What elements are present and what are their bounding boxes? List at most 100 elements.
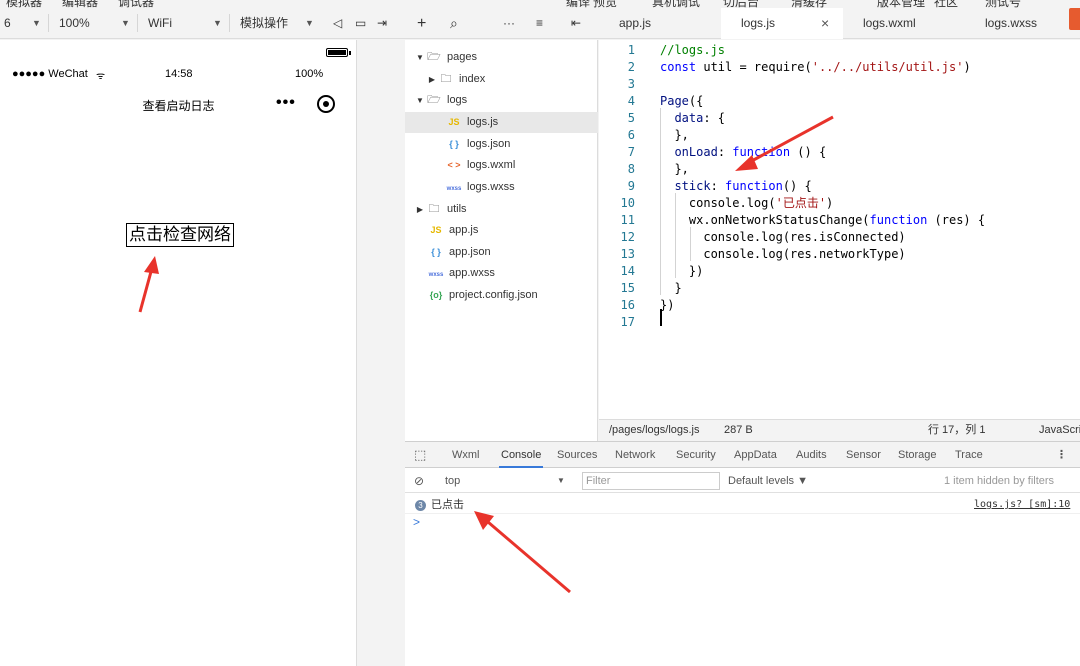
- devtools-tab-trace[interactable]: Trace: [955, 442, 983, 468]
- js-file-icon: JS: [448, 117, 460, 127]
- phone-simulator: ●●●●● WeChat ᯤ 14:58 100% 查看启动日志 ••• 点击检…: [0, 40, 357, 666]
- menu-editor[interactable]: 编辑器: [62, 0, 98, 8]
- menu-compile[interactable]: 编译: [566, 0, 590, 8]
- menu-clear-cache[interactable]: 清缓存: [791, 0, 827, 8]
- search-icon[interactable]: ⌕: [450, 8, 458, 39]
- file-tree-item[interactable]: { } logs.json: [405, 134, 598, 155]
- message-source-link[interactable]: logs.js? [sm]:10: [974, 496, 1070, 514]
- code-text: Page({: [660, 94, 704, 108]
- file-tree-label: logs.wxss: [467, 181, 515, 193]
- carrier-label: ●●●●● WeChat: [12, 68, 88, 80]
- zoom-select[interactable]: 100%: [59, 8, 90, 39]
- line-number: 9: [627, 179, 635, 193]
- log-levels-select[interactable]: Default levels ▼: [728, 469, 808, 493]
- console-prompt[interactable]: >: [413, 515, 420, 529]
- chevron-down-icon[interactable]: ▼: [415, 47, 425, 68]
- network-select[interactable]: WiFi: [148, 8, 172, 39]
- code-text: data: {: [674, 111, 726, 125]
- line-number: 4: [627, 94, 635, 108]
- language-mode[interactable]: JavaScript: [1039, 420, 1080, 441]
- devtools-tab-sensor[interactable]: Sensor: [846, 442, 881, 468]
- chevron-right-icon[interactable]: ▶: [427, 69, 437, 90]
- menu-community[interactable]: 社区: [934, 0, 958, 8]
- json-file-icon: { }: [431, 247, 441, 257]
- file-tree-item[interactable]: JS app.js: [405, 220, 598, 241]
- devtools-window: 模拟器 编辑器 调试器 编译 预览 真机调试 切后台 清缓存 版本管理 社区 测…: [0, 0, 1080, 666]
- capsule-close-icon[interactable]: [317, 95, 335, 113]
- devtools-tab-audits[interactable]: Audits: [796, 442, 827, 468]
- cursor-position[interactable]: 行 17，列 1: [928, 420, 985, 441]
- tab-app-js[interactable]: app.js: [599, 8, 719, 39]
- chevron-down-icon[interactable]: ▼: [213, 8, 222, 39]
- devtools-tab-storage[interactable]: Storage: [898, 442, 937, 468]
- nav-title: 查看启动日志: [142, 99, 215, 113]
- devtools-tab-wxml[interactable]: Wxml: [452, 442, 480, 468]
- file-tree-item[interactable]: < > logs.wxml: [405, 155, 598, 176]
- more-icon[interactable]: ···: [503, 8, 515, 39]
- devtools-tab-network[interactable]: Network: [615, 442, 655, 468]
- code-text: }: [660, 281, 682, 295]
- folder-open-icon: 🗁: [427, 94, 441, 106]
- capsule-more-icon[interactable]: •••: [276, 94, 296, 112]
- file-tree-item[interactable]: ▼ 🗁 pages: [405, 47, 598, 68]
- code-text: console.log(res.isConnected): [660, 230, 906, 244]
- folder-icon: 🗀: [440, 73, 452, 85]
- file-tree-label: logs: [447, 94, 468, 106]
- wxml-file-icon: < >: [447, 160, 461, 170]
- check-network-button[interactable]: 点击检查网络: [126, 223, 234, 247]
- clear-console-icon[interactable]: ⊘: [414, 469, 424, 493]
- line-number: 17: [620, 315, 635, 329]
- devtools-tab-appdata[interactable]: AppData: [734, 442, 777, 468]
- file-tree-item[interactable]: { } app.json: [405, 242, 598, 263]
- battery-label: 100%: [295, 68, 324, 80]
- code-editor[interactable]: 1 //logs.js 2 const util = require('../../u…: [599, 40, 1080, 419]
- close-icon[interactable]: ×: [821, 8, 829, 39]
- divider: [137, 14, 138, 32]
- window-icon[interactable]: ▭: [355, 8, 366, 39]
- folder-open-icon: 🗁: [427, 51, 441, 63]
- editor-status-bar: /pages/logs/logs.js 287 B 行 17，列 1 JavaS…: [599, 419, 1080, 440]
- file-tree-item[interactable]: wxss app.wxss: [405, 263, 598, 284]
- file-tree-item[interactable]: wxss logs.wxss: [405, 177, 598, 198]
- add-icon[interactable]: +: [417, 8, 426, 39]
- device-select-value[interactable]: 6: [4, 8, 11, 39]
- tab-logs-wxss[interactable]: logs.wxss: [967, 8, 1072, 39]
- file-tree-item[interactable]: {o} project.config.json: [405, 285, 598, 306]
- line-number: 10: [620, 196, 635, 210]
- chevron-down-icon[interactable]: ▼: [305, 8, 314, 39]
- menu-debugger[interactable]: 调试器: [118, 0, 154, 8]
- kebab-menu-icon[interactable]: ⋮: [1056, 442, 1067, 468]
- devtools-tab-sources[interactable]: Sources: [557, 442, 597, 468]
- devtools-tab-security[interactable]: Security: [676, 442, 716, 468]
- menu-background[interactable]: 切后台: [723, 0, 759, 8]
- devtools-tab-console[interactable]: Console: [499, 442, 544, 468]
- code-text: const util = require('../../utils/util.j…: [660, 60, 971, 74]
- file-tree-item[interactable]: JS logs.js: [405, 112, 598, 133]
- file-tree-item[interactable]: ▶ 🗀 index: [405, 69, 598, 90]
- chevron-down-icon[interactable]: ▼: [32, 8, 41, 39]
- menu-preview[interactable]: 预览: [593, 0, 617, 8]
- simulate-action-select[interactable]: 模拟操作: [240, 8, 288, 39]
- inspect-icon[interactable]: ⬚: [414, 442, 426, 468]
- context-select[interactable]: top: [445, 469, 460, 493]
- file-tree-item[interactable]: ▼ 🗁 logs: [405, 90, 598, 111]
- chevron-right-icon[interactable]: ▶: [415, 199, 425, 220]
- file-tree-item[interactable]: ▶ 🗀 utils: [405, 199, 598, 220]
- chevron-down-icon[interactable]: ▼: [557, 469, 565, 493]
- chevron-down-icon[interactable]: ▼: [121, 8, 130, 39]
- sort-icon[interactable]: ≡: [536, 8, 543, 39]
- detach-icon[interactable]: ⇥: [377, 8, 387, 39]
- menu-remote-debug[interactable]: 真机调试: [652, 0, 700, 8]
- tab-logs-wxml[interactable]: logs.wxml: [845, 8, 965, 39]
- volume-icon[interactable]: ◁: [333, 8, 342, 39]
- menu-strip: 模拟器 编辑器 调试器 编译 预览 真机调试 切后台 清缓存 版本管理 社区 测…: [0, 0, 1080, 8]
- menu-version[interactable]: 版本管理: [877, 0, 925, 8]
- collapse-icon[interactable]: ⇤: [571, 8, 581, 39]
- menu-simulator[interactable]: 模拟器: [6, 0, 42, 8]
- code-text: }): [660, 298, 675, 312]
- chevron-down-icon[interactable]: ▼: [415, 90, 425, 111]
- code-text: },: [660, 128, 689, 142]
- console-message: 已点击 logs.js? [sm]:10: [405, 496, 1080, 514]
- menu-test-account[interactable]: 测试号: [985, 0, 1021, 8]
- code-text: stick: function() {: [674, 179, 812, 193]
